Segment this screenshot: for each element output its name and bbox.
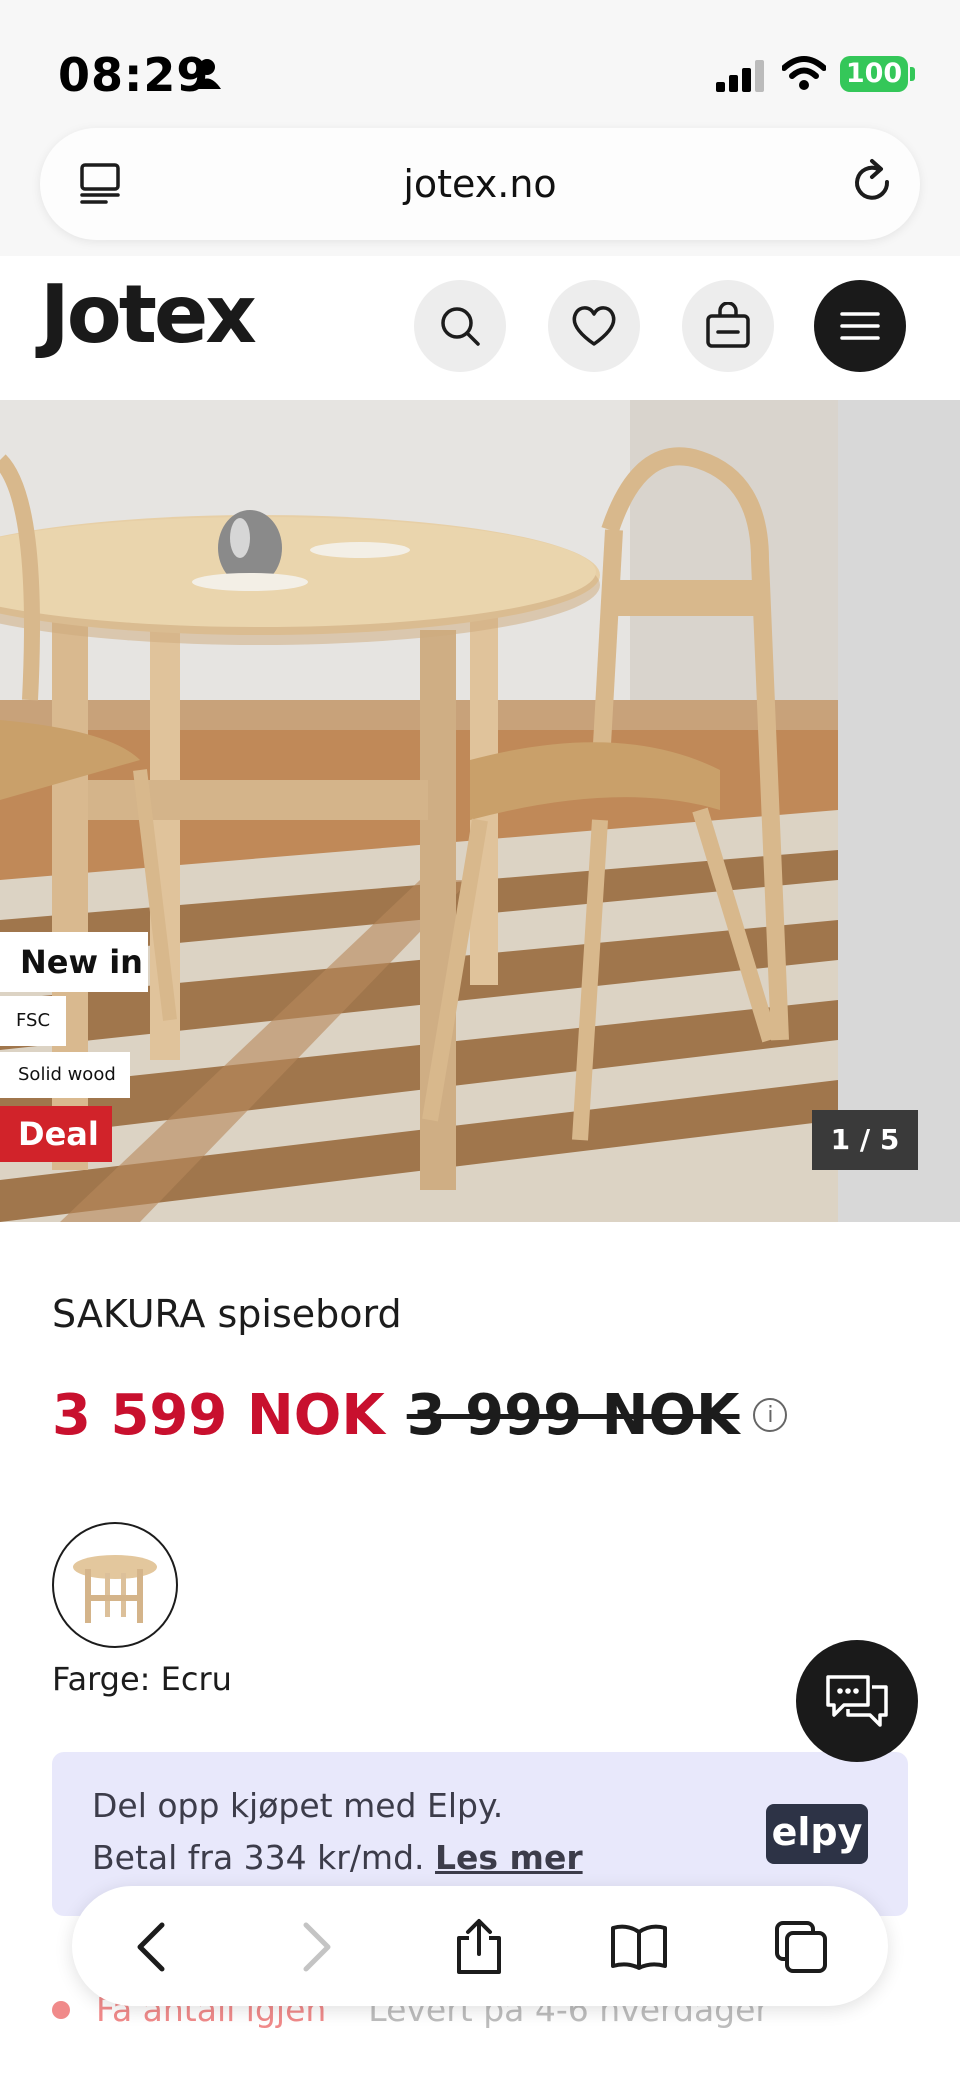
table-thumbnail [73, 1555, 157, 1623]
tabs-button[interactable] [766, 1912, 836, 1982]
colour-label: Farge: Ecru [52, 1660, 232, 1698]
chat-button[interactable] [796, 1640, 918, 1762]
status-bar: 08:29 100 [0, 0, 960, 140]
elpy-read-more-link[interactable]: Les mer [435, 1838, 583, 1877]
original-price: 3 999 NOK [406, 1382, 740, 1448]
site-header: Jotex [0, 256, 960, 400]
chevron-left-icon [137, 1922, 165, 1972]
price-row: 3 599 NOK 3 999 NOK i [52, 1380, 788, 1450]
share-icon [457, 1919, 501, 1974]
wishlist-button[interactable] [548, 280, 640, 372]
hamburger-menu-icon [840, 312, 880, 340]
share-button[interactable] [444, 1912, 514, 1982]
wifi-icon [782, 56, 826, 90]
reload-icon[interactable] [850, 158, 896, 208]
sale-price: 3 599 NOK [52, 1382, 385, 1448]
tabs-icon [775, 1921, 827, 1973]
jotex-logo[interactable]: Jotex [40, 268, 257, 361]
forward-button[interactable] [282, 1912, 352, 1982]
url-text[interactable]: jotex.no [40, 162, 920, 206]
cart-button[interactable] [682, 280, 774, 372]
search-icon [441, 307, 480, 346]
chevron-right-icon [303, 1922, 331, 1972]
chat-bubbles-icon [826, 1675, 888, 1727]
badge-fsc: FSC [0, 996, 66, 1046]
product-photo[interactable] [0, 400, 838, 1222]
status-time: 08:29 [58, 48, 210, 102]
elpy-text-line1: Del opp kjøpet med Elpy. [92, 1786, 504, 1825]
image-counter: 1 / 5 [812, 1110, 918, 1170]
elpy-logo: elpy [766, 1804, 868, 1864]
product-image-gallery[interactable]: New in FSC Solid wood Deal 1 / 5 [0, 400, 960, 1222]
product-title: SAKURA spisebord [52, 1292, 402, 1336]
elpy-text-line2: Betal fra 334 kr/md. Les mer [92, 1838, 583, 1877]
shopping-bag-icon [706, 302, 750, 348]
book-icon [611, 1924, 667, 1970]
back-button[interactable] [116, 1912, 186, 1982]
colour-swatch-ecru[interactable] [52, 1522, 178, 1648]
elpy-price-text: Betal fra 334 kr/md. [92, 1838, 425, 1877]
cellular-signal-icon [716, 60, 764, 92]
menu-button[interactable] [814, 280, 906, 372]
info-icon[interactable]: i [753, 1398, 788, 1432]
badge-deal: Deal [0, 1106, 112, 1162]
heart-icon [572, 306, 616, 346]
battery-tip [910, 67, 915, 81]
stock-dot-icon [52, 2000, 70, 2019]
person-icon [193, 59, 221, 89]
badge-solid-wood: Solid wood [0, 1052, 130, 1098]
search-button[interactable] [414, 280, 506, 372]
badge-new-in: New in [0, 932, 148, 992]
browser-toolbar [72, 1886, 888, 2006]
battery-indicator: 100 [840, 56, 908, 92]
bookmarks-button[interactable] [604, 1912, 674, 1982]
address-bar[interactable]: jotex.no [40, 128, 920, 240]
